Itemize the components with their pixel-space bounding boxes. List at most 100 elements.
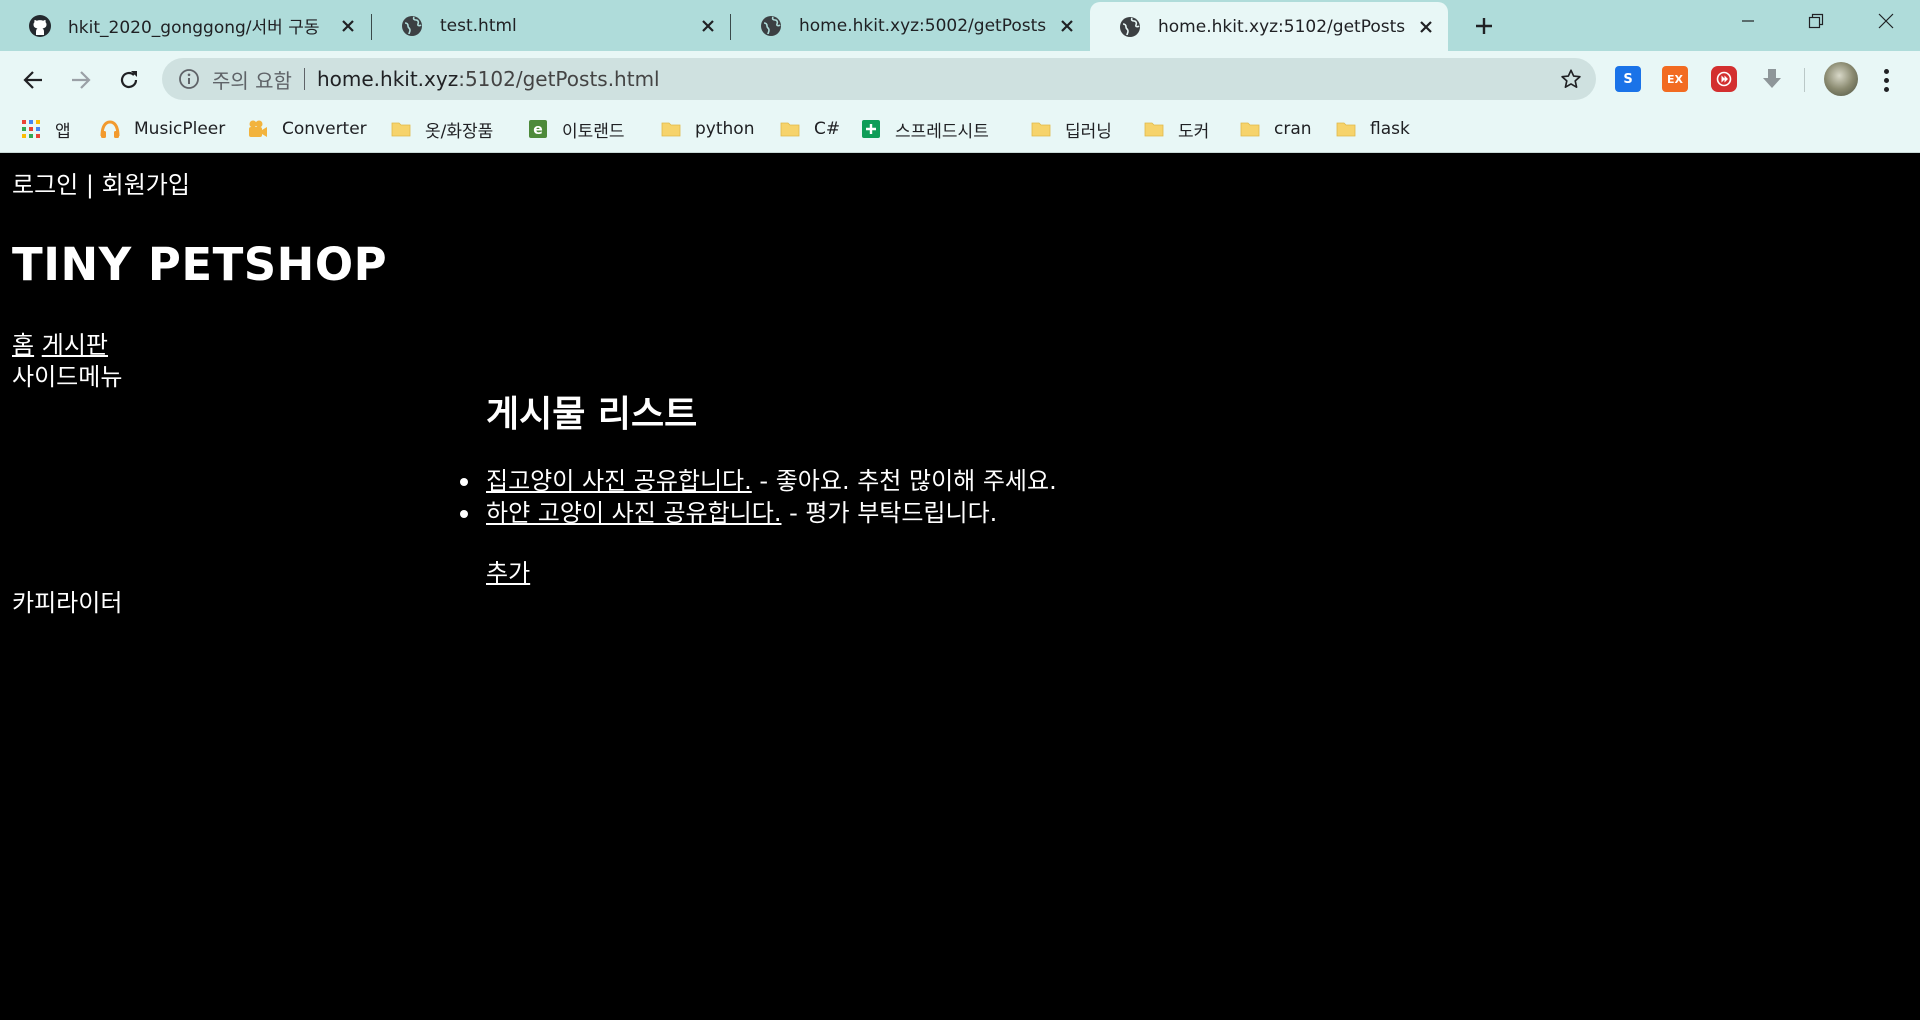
media-extension-icon[interactable] [1711, 66, 1737, 92]
tab-title: home.hkit.xyz:5002/getPosts.htm [799, 15, 1047, 36]
bookmark-folder-python[interactable]: python [661, 107, 754, 151]
bullet-icon [460, 478, 468, 486]
bookmark-folder-docker[interactable]: 도커 [1144, 107, 1209, 151]
minimize-icon [1742, 20, 1754, 22]
main-nav: 홈 게시판 [12, 325, 108, 360]
tab-title: hkit_2020_gonggong/서버 구동 [68, 18, 320, 38]
download-extension-icon[interactable] [1759, 66, 1785, 92]
s-extension-icon[interactable]: S [1615, 66, 1641, 92]
forward-button[interactable] [66, 65, 96, 95]
nav-board-link[interactable]: 게시판 [42, 331, 108, 359]
bookmark-label: 앱 [55, 121, 71, 142]
url-path: :5102/getPosts.html [458, 67, 660, 91]
url-text[interactable]: home.hkit.xyz:5102/getPosts.html [317, 67, 660, 91]
bookmark-label: MusicPleer [134, 119, 226, 139]
star-icon[interactable] [1560, 68, 1582, 90]
etoland-icon: e [529, 120, 547, 138]
tab-github[interactable]: hkit_2020_gonggong/서버 구동 [0, 0, 370, 51]
bookmark-label: C# [814, 119, 841, 139]
extension-label: EX [1667, 72, 1683, 86]
info-icon[interactable] [178, 68, 200, 90]
bookmark-etoland[interactable]: e 이토랜드 [528, 107, 625, 151]
arrow-left-icon [23, 71, 42, 89]
restore-button[interactable] [1788, 0, 1844, 42]
folder-icon [391, 122, 411, 137]
kebab-menu-icon[interactable] [1876, 65, 1896, 95]
bookmark-label: Converter [282, 119, 367, 139]
tab-getposts-5002[interactable]: home.hkit.xyz:5002/getPosts.htm [731, 0, 1089, 51]
converter-icon [249, 120, 267, 137]
bookmark-sheets[interactable]: 스프레드시트 [861, 107, 989, 151]
address-bar[interactable]: 주의 요함 home.hkit.xyz:5102/getPosts.html [162, 58, 1596, 100]
tab-title: test.html [440, 15, 517, 36]
close-icon[interactable] [1057, 16, 1077, 36]
site-title: TINY PETSHOP [12, 238, 388, 291]
tab-strip: hkit_2020_gonggong/서버 구동 test.html home.… [0, 0, 1920, 51]
bookmarks-bar: 앱 MusicPleer Converter 옷/화장품 e 이토랜드 pyth… [0, 107, 1920, 153]
reload-icon [120, 71, 138, 89]
close-icon[interactable] [698, 16, 718, 36]
auth-separator: | [85, 171, 94, 199]
folder-icon [780, 122, 800, 137]
bookmark-apps[interactable]: 앱 [21, 107, 71, 151]
url-host: home.hkit.xyz [316, 67, 459, 91]
globe-icon [1120, 16, 1140, 37]
back-button[interactable] [18, 65, 48, 95]
divider [303, 68, 305, 90]
arrow-right-icon [72, 71, 91, 89]
ex-extension-icon[interactable]: EX [1662, 66, 1688, 92]
post-list-heading: 게시물 리스트 [486, 394, 698, 435]
sheets-icon [862, 120, 880, 138]
signup-link[interactable]: 회원가입 [102, 171, 190, 199]
bookmark-musicpleer[interactable]: MusicPleer [100, 107, 225, 151]
globe-icon [761, 15, 781, 36]
plus-icon [1476, 18, 1492, 34]
toolbar-divider [1804, 68, 1805, 92]
bookmark-label: 옷/화장품 [425, 121, 494, 142]
bookmark-label: flask [1370, 119, 1410, 139]
minimize-button[interactable] [1720, 0, 1776, 42]
login-link[interactable]: 로그인 [12, 171, 78, 199]
bookmark-label: 딥러닝 [1065, 121, 1112, 142]
close-icon [1878, 13, 1894, 29]
bullet-icon [460, 510, 468, 518]
folder-icon [661, 122, 681, 137]
bookmark-folder-csharp[interactable]: C# [780, 107, 840, 151]
bookmark-folder-cran[interactable]: cran [1240, 107, 1312, 151]
reload-button[interactable] [114, 65, 144, 95]
apps-grid-icon [22, 120, 40, 138]
globe-icon [402, 15, 422, 36]
bookmark-folder-flask[interactable]: flask [1336, 107, 1410, 151]
bookmark-folder-deeplearning[interactable]: 딥러닝 [1031, 107, 1112, 151]
musicpleer-icon [100, 120, 120, 138]
auth-links: 로그인 | 회원가입 [12, 165, 190, 200]
bookmark-label: 스프레드시트 [895, 121, 989, 142]
restore-icon [1808, 13, 1824, 29]
close-window-button[interactable] [1858, 0, 1914, 42]
post-title-link[interactable]: 하얀 고양이 사진 공유합니다. [486, 499, 781, 527]
new-tab-button[interactable] [1470, 12, 1498, 40]
folder-icon [1031, 122, 1051, 137]
avatar[interactable] [1824, 62, 1858, 96]
bookmark-label: cran [1274, 119, 1312, 139]
side-menu: 사이드메뉴 [12, 363, 123, 391]
post-description: - 평가 부탁드립니다. [781, 499, 998, 527]
close-icon[interactable] [1416, 17, 1436, 37]
bookmark-converter[interactable]: Converter [248, 107, 367, 151]
add-post-link[interactable]: 추가 [486, 553, 530, 588]
close-icon[interactable] [338, 16, 358, 36]
security-warning-label[interactable]: 주의 요함 [212, 65, 292, 94]
list-item: 하얀 고양이 사진 공유합니다. - 평가 부탁드립니다. [460, 497, 1057, 529]
folder-icon [1144, 122, 1164, 137]
tab-getposts-5102[interactable]: home.hkit.xyz:5102/getPosts.htm [1090, 2, 1448, 51]
list-item: 집고양이 사진 공유합니다. - 좋아요. 추천 많이해 주세요. [460, 465, 1057, 497]
bookmark-folder-clothes[interactable]: 옷/화장품 [391, 107, 493, 151]
bookmark-label: 이토랜드 [562, 121, 625, 142]
page-content: 로그인 | 회원가입 TINY PETSHOP 홈 게시판 사이드메뉴 게시물 … [0, 153, 1920, 1020]
nav-home-link[interactable]: 홈 [12, 331, 34, 359]
extension-label: S [1623, 71, 1633, 87]
folder-icon [1240, 122, 1260, 137]
tab-test-html[interactable]: test.html [372, 0, 730, 51]
post-list: 집고양이 사진 공유합니다. - 좋아요. 추천 많이해 주세요. 하얀 고양이… [460, 465, 1057, 529]
post-title-link[interactable]: 집고양이 사진 공유합니다. [486, 467, 752, 495]
